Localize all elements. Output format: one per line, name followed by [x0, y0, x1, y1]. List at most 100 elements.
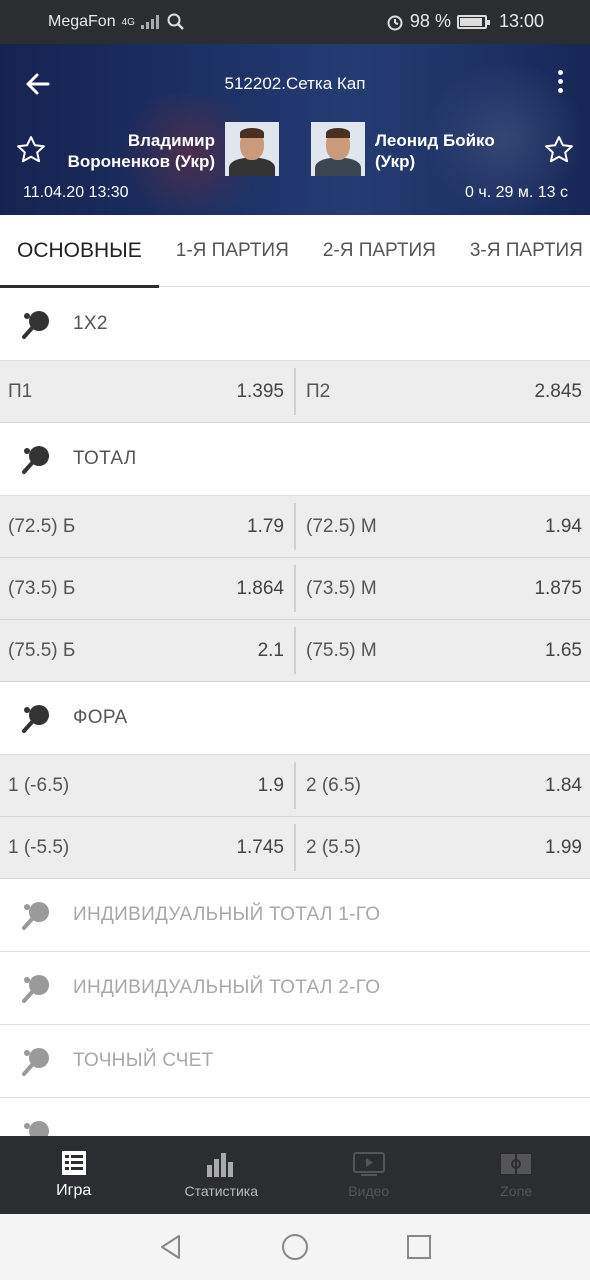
- match-header: 512202.Сетка Кап Владимир Вороненков (Ук…: [0, 44, 590, 215]
- market-header-partial[interactable]: [0, 1098, 590, 1136]
- system-nav-bar: [0, 1214, 590, 1280]
- search-icon: [167, 13, 184, 30]
- outcome-name: (75.5) М: [306, 639, 377, 661]
- back-triangle-icon[interactable]: [157, 1233, 185, 1261]
- divider: [294, 503, 296, 550]
- favorite-star-icon[interactable]: [543, 134, 575, 166]
- outcome-odd: 1.65: [545, 639, 582, 661]
- tab-set-2[interactable]: 2-Я ПАРТИЯ: [306, 215, 453, 287]
- tab-set-3[interactable]: 3-Я ПАРТИЯ: [453, 215, 590, 287]
- outcome-name: 1 (-5.5): [8, 836, 70, 858]
- market-header-total[interactable]: ТОТАЛ: [0, 423, 590, 496]
- outcome-odd: 1.875: [534, 577, 582, 599]
- outcome-odd: 1.395: [236, 380, 284, 402]
- market-header-exact-score[interactable]: ТОЧНЫЙ СЧЕТ: [0, 1025, 590, 1098]
- carrier-label: MegaFon: [48, 13, 116, 30]
- player1-name: Владимир Вороненков (Укр): [68, 130, 215, 172]
- outcome-name: 2 (5.5): [306, 836, 361, 858]
- match-date: 11.04.20 13:30: [23, 184, 129, 201]
- home-circle-icon[interactable]: [281, 1233, 309, 1261]
- outcome-odd: 2.1: [257, 639, 284, 661]
- market-title: ТОТАЛ: [73, 448, 137, 469]
- signal-icon: [140, 15, 161, 29]
- odds-cell[interactable]: (75.5) Б 2.1: [0, 620, 292, 681]
- markets-list: 1X2 П1 1.395 П2 2.845 ТОТАЛ (72.5) Б 1.79 (…: [0, 288, 590, 1136]
- divider: [294, 762, 296, 809]
- outcome-name: (72.5) Б: [8, 515, 76, 537]
- table-tennis-icon: [22, 446, 49, 474]
- player1-first-name: Владимир: [127, 131, 215, 150]
- market-title: ФОРА: [73, 707, 128, 728]
- nav-video[interactable]: Видео: [295, 1136, 443, 1214]
- outcome-name: (72.5) М: [306, 515, 377, 537]
- outcome-odd: 1.9: [257, 774, 284, 796]
- market-header-handicap[interactable]: ФОРА: [0, 682, 590, 755]
- outcome-name: П2: [306, 380, 331, 402]
- outcome-name: П1: [8, 380, 33, 402]
- player2-first-name: Леонид Бойко: [375, 131, 495, 150]
- nav-game[interactable]: Игра: [0, 1136, 148, 1214]
- table-tennis-icon: [24, 1121, 49, 1136]
- battery-percent: 98 %: [409, 11, 451, 31]
- odds-cell[interactable]: (72.5) М 1.94: [298, 496, 590, 557]
- outcome-odd: 1.79: [247, 515, 284, 537]
- market-title: ТОЧНЫЙ СЧЕТ: [73, 1050, 214, 1071]
- clock: 13:00: [498, 11, 544, 31]
- bar-chart-icon: [207, 1153, 234, 1177]
- table-tennis-icon: [22, 311, 49, 339]
- odds-cell[interactable]: П1 1.395: [0, 361, 292, 422]
- outcome-odd: 1.745: [236, 836, 284, 858]
- odds-cell[interactable]: 2 (6.5) 1.84: [298, 755, 590, 816]
- odds-cell[interactable]: (75.5) М 1.65: [298, 620, 590, 681]
- tab-set-1[interactable]: 1-Я ПАРТИЯ: [159, 215, 306, 287]
- divider: [294, 565, 296, 612]
- odds-cell[interactable]: (73.5) Б 1.864: [0, 558, 292, 619]
- player2-last-name: (Укр): [375, 152, 416, 171]
- nav-label: Видео: [348, 1183, 390, 1199]
- table-tennis-icon: [22, 1048, 49, 1076]
- odds-cell[interactable]: (72.5) Б 1.79: [0, 496, 292, 557]
- market-title: ИНДИВИДУАЛЬНЫЙ ТОТАЛ 1-ГО: [73, 904, 381, 925]
- divider: [294, 824, 296, 871]
- odds-cell[interactable]: (73.5) М 1.875: [298, 558, 590, 619]
- odds-row: 1 (-5.5) 1.745 2 (5.5) 1.99: [0, 817, 590, 879]
- market-title: 1X2: [73, 313, 108, 334]
- status-bar: MegaFon 4G 98 % 13:00: [0, 0, 590, 44]
- market-header-1x2[interactable]: 1X2: [0, 288, 590, 361]
- alarm-icon: [387, 15, 403, 30]
- outcome-name: (75.5) Б: [8, 639, 76, 661]
- nav-statistics[interactable]: Статистика: [148, 1136, 296, 1214]
- odds-cell[interactable]: 1 (-5.5) 1.745: [0, 817, 292, 878]
- market-title: ИНДИВИДУАЛЬНЫЙ ТОТАЛ 2-ГО: [73, 977, 381, 998]
- recents-square-icon[interactable]: [405, 1233, 433, 1261]
- odds-row: 1 (-6.5) 1.9 2 (6.5) 1.84: [0, 755, 590, 817]
- more-menu-icon[interactable]: [554, 70, 566, 98]
- odds-cell[interactable]: 2 (5.5) 1.99: [298, 817, 590, 878]
- outcome-odd: 1.84: [545, 774, 582, 796]
- odds-row: (72.5) Б 1.79 (72.5) М 1.94: [0, 496, 590, 558]
- match-title: 512202.Сетка Кап: [224, 74, 366, 93]
- nav-label: Статистика: [184, 1183, 259, 1199]
- bottom-nav: Игра Статистика Видео Zone: [0, 1136, 590, 1214]
- market-header-individual-total-1[interactable]: ИНДИВИДУАЛЬНЫЙ ТОТАЛ 1-ГО: [0, 879, 590, 952]
- nav-zone[interactable]: Zone: [443, 1136, 590, 1214]
- player1-avatar: [225, 122, 279, 176]
- divider: [294, 627, 296, 674]
- odds-cell[interactable]: 1 (-6.5) 1.9: [0, 755, 292, 816]
- favorite-star-icon[interactable]: [15, 134, 47, 166]
- outcome-name: (73.5) Б: [8, 577, 76, 599]
- tab-bar: ОСНОВНЫЕ 1-Я ПАРТИЯ 2-Я ПАРТИЯ 3-Я ПАРТИ…: [0, 215, 590, 288]
- odds-cell[interactable]: П2 2.845: [298, 361, 590, 422]
- outcome-odd: 1.94: [545, 515, 582, 537]
- market-header-individual-total-2[interactable]: ИНДИВИДУАЛЬНЫЙ ТОТАЛ 2-ГО: [0, 952, 590, 1025]
- table-tennis-icon: [22, 902, 49, 930]
- battery-icon: [456, 14, 490, 29]
- odds-row: (73.5) Б 1.864 (73.5) М 1.875: [0, 558, 590, 620]
- player1-last-name: Вороненков (Укр): [67, 152, 215, 171]
- tab-main[interactable]: ОСНОВНЫЕ: [0, 215, 159, 288]
- odds-row: П1 1.395 П2 2.845: [0, 361, 590, 423]
- nav-label: Игра: [56, 1182, 92, 1199]
- list-icon: [61, 1151, 86, 1175]
- table-tennis-icon: [22, 975, 49, 1003]
- match-timer: 0 ч. 29 м. 13 с: [465, 184, 568, 201]
